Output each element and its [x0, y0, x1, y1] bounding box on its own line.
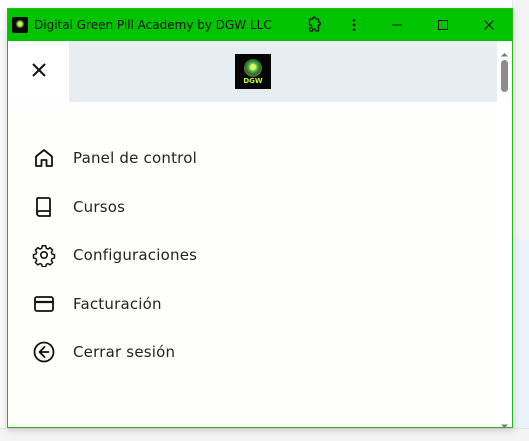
vertical-scrollbar[interactable] — [497, 41, 512, 427]
menu-item-dashboard[interactable]: Panel de control — [8, 134, 498, 183]
menu-item-courses[interactable]: Cursos — [8, 183, 498, 232]
menu-item-billing[interactable]: Facturación — [8, 280, 498, 329]
close-icon — [30, 61, 48, 83]
menu-item-label: Facturación — [73, 294, 162, 313]
background-panel — [511, 238, 529, 428]
brand-logo[interactable]: DGW — [235, 54, 271, 89]
main-content: DGW Panel de control Cursos Configuracio… — [8, 41, 498, 427]
menu-item-label: Panel de control — [73, 149, 197, 168]
extensions-button[interactable] — [294, 9, 334, 41]
close-icon — [483, 19, 495, 31]
window-close-button[interactable] — [466, 9, 512, 41]
app-window: Digital Green Pill Academy by DGW LLC DG… — [7, 8, 513, 428]
scrollbar-thumb[interactable] — [501, 60, 508, 92]
drawer-header: DGW — [8, 41, 498, 102]
arrow-left-circle-icon — [32, 340, 56, 364]
drawer-menu: Panel de control Cursos Configuraciones … — [8, 134, 498, 377]
book-icon — [32, 195, 56, 219]
scroll-down-icon[interactable] — [500, 416, 509, 427]
logo-icon — [244, 58, 262, 77]
background-window-bottom-edge — [0, 428, 529, 441]
gear-icon — [32, 243, 56, 268]
logo-text: DGW — [243, 76, 263, 85]
minimize-icon — [391, 19, 403, 31]
kebab-menu-icon — [346, 17, 362, 33]
puzzle-icon — [305, 16, 323, 34]
title-bar[interactable]: Digital Green Pill Academy by DGW LLC — [8, 9, 512, 41]
menu-item-label: Cerrar sesión — [73, 343, 176, 362]
window-title: Digital Green Pill Academy by DGW LLC — [34, 18, 272, 32]
scroll-up-icon[interactable] — [500, 44, 509, 57]
menu-item-logout[interactable]: Cerrar sesión — [8, 328, 498, 377]
menu-item-label: Configuraciones — [73, 246, 198, 265]
menu-item-settings[interactable]: Configuraciones — [8, 231, 498, 280]
maximize-icon — [437, 19, 449, 31]
credit-card-icon — [32, 292, 56, 316]
more-options-button[interactable] — [334, 9, 374, 41]
menu-item-label: Cursos — [73, 197, 126, 216]
maximize-button[interactable] — [420, 9, 466, 41]
minimize-button[interactable] — [374, 9, 420, 41]
home-icon — [32, 146, 56, 170]
app-icon — [12, 17, 28, 33]
drawer-close-button[interactable] — [8, 41, 69, 102]
